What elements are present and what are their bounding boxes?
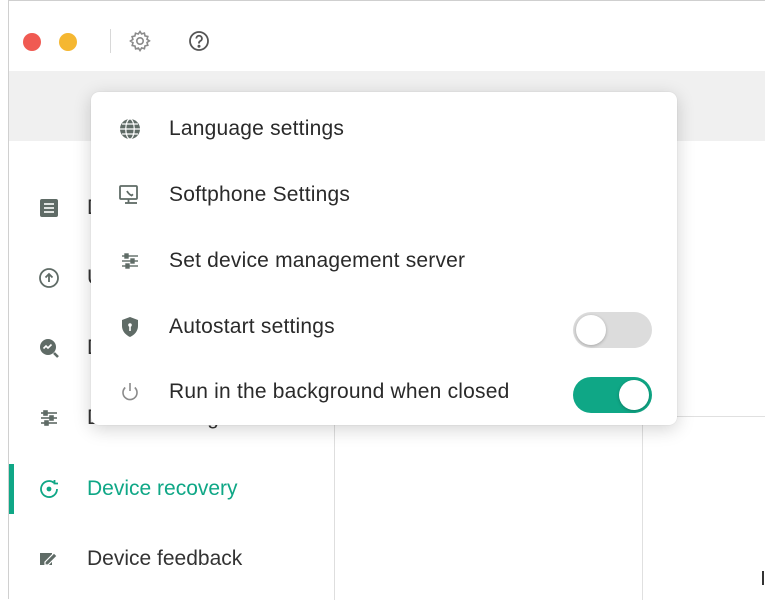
sidebar-item-label: Device recovery bbox=[87, 477, 238, 500]
close-window-button[interactable] bbox=[23, 33, 41, 51]
menu-item-autostart-settings[interactable]: Autostart settings bbox=[91, 296, 677, 356]
shield-icon bbox=[117, 314, 143, 340]
sidebar-item-label: Device feedback bbox=[87, 547, 243, 570]
text-cursor bbox=[762, 571, 764, 585]
menu-item-label: Autostart settings bbox=[169, 315, 335, 338]
minimize-window-button[interactable] bbox=[59, 33, 77, 51]
sidebar-item-device-feedback[interactable]: Device feedback bbox=[9, 534, 335, 584]
menu-item-softphone-settings[interactable]: Softphone Settings bbox=[91, 164, 677, 224]
toggle-knob bbox=[576, 315, 606, 345]
menu-item-label: Language settings bbox=[169, 117, 345, 140]
sliders-icon bbox=[117, 248, 143, 274]
gear-icon[interactable] bbox=[128, 29, 152, 53]
titlebar-divider bbox=[110, 29, 111, 53]
recovery-icon bbox=[37, 477, 61, 501]
menu-item-label: Run in the background when closed bbox=[169, 380, 510, 403]
menu-item-run-in-background[interactable]: Run in the background when closed bbox=[91, 361, 677, 421]
power-icon bbox=[117, 379, 143, 405]
autostart-toggle[interactable] bbox=[573, 312, 652, 348]
run-in-background-toggle[interactable] bbox=[573, 377, 652, 413]
menu-item-label: Set device management server bbox=[169, 249, 466, 272]
upload-circle-icon bbox=[37, 266, 61, 290]
sliders-icon bbox=[37, 406, 61, 430]
help-icon[interactable] bbox=[187, 29, 211, 53]
content-divider-vertical bbox=[642, 416, 643, 600]
monitor-phone-icon bbox=[117, 182, 143, 208]
menu-item-language-settings[interactable]: Language settings bbox=[91, 98, 677, 158]
sidebar-item-device-recovery[interactable]: Device recovery bbox=[9, 464, 335, 514]
globe-icon bbox=[117, 116, 143, 142]
title-bar bbox=[9, 1, 765, 71]
menu-item-label: Softphone Settings bbox=[169, 183, 351, 206]
toggle-knob bbox=[619, 380, 649, 410]
menu-item-device-management-server[interactable]: Set device management server bbox=[91, 230, 677, 290]
settings-dropdown-menu: Language settings Softphone Settings Set… bbox=[91, 92, 677, 425]
list-icon bbox=[37, 196, 61, 220]
active-indicator bbox=[9, 464, 14, 514]
feedback-icon bbox=[37, 547, 61, 571]
chart-search-icon bbox=[37, 336, 61, 360]
